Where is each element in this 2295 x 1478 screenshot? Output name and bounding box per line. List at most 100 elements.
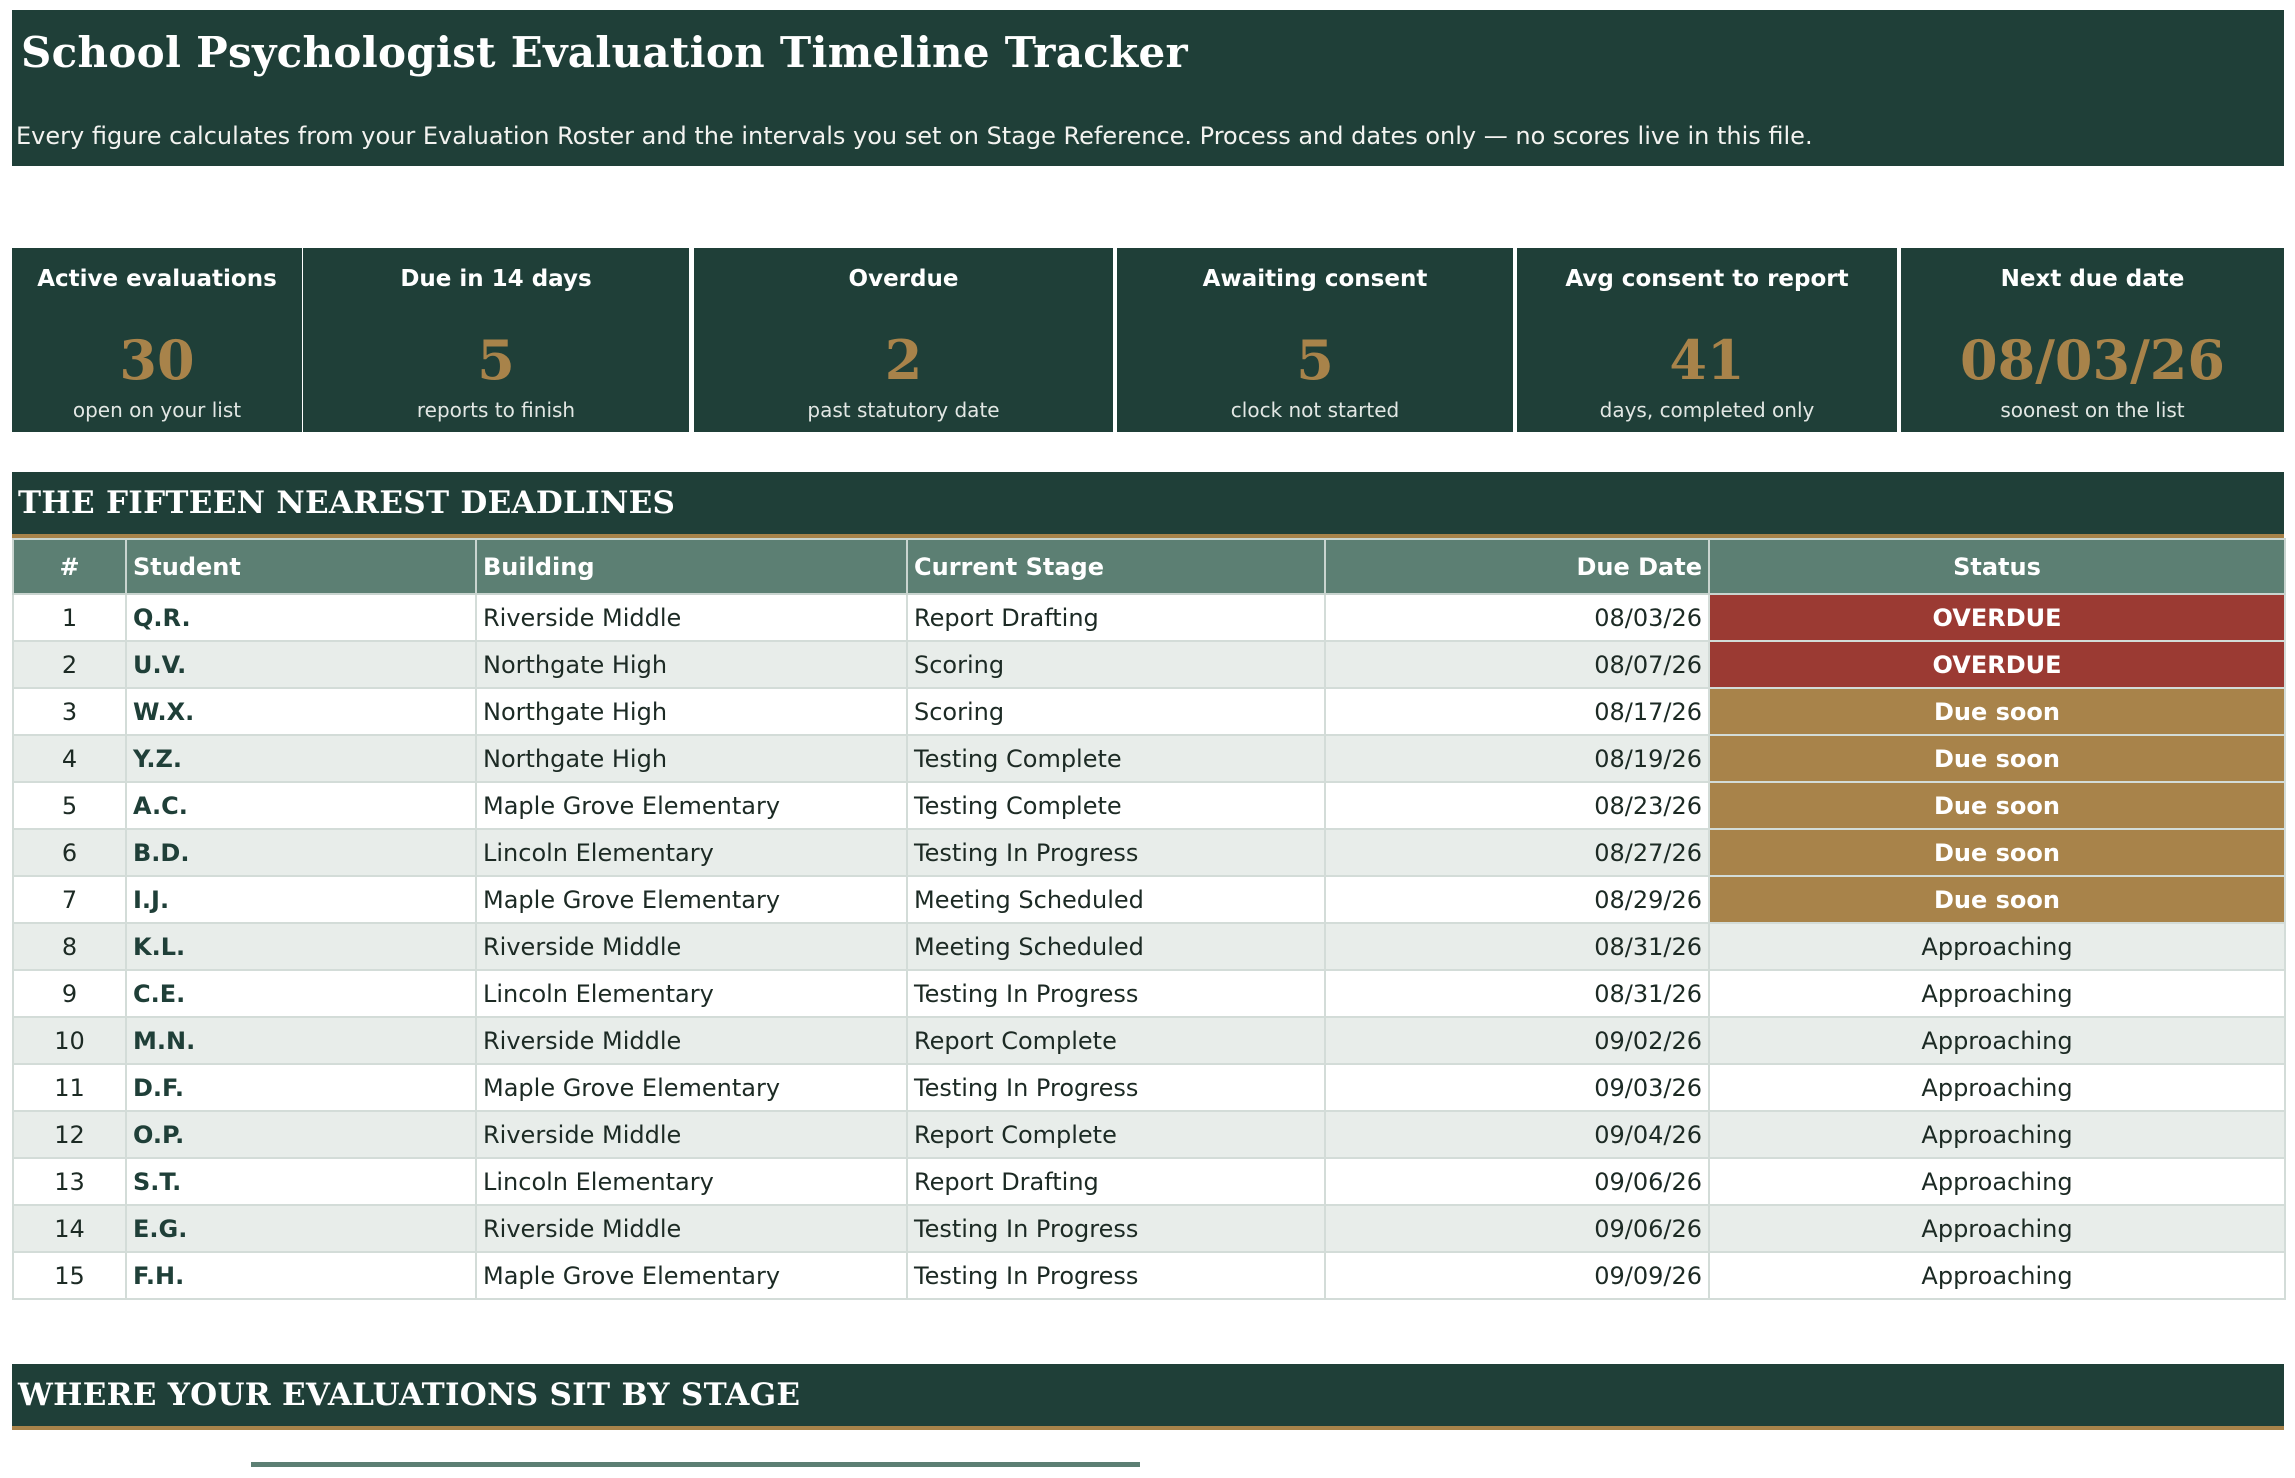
building-cell[interactable]: Riverside Middle xyxy=(475,593,908,642)
building-cell[interactable]: Northgate High xyxy=(475,640,908,689)
building-cell[interactable]: Northgate High xyxy=(475,734,908,783)
row-number-cell[interactable]: 5 xyxy=(12,781,127,830)
stage-cell[interactable]: Testing In Progress xyxy=(906,828,1326,877)
stage-cell[interactable]: Report Drafting xyxy=(906,593,1326,642)
table-row[interactable]: 8 K.L. Riverside Middle Meeting Scheduled 08… xyxy=(12,922,2286,971)
stage-cell[interactable]: Testing In Progress xyxy=(906,1204,1326,1253)
student-cell[interactable]: U.V. xyxy=(125,640,477,689)
student-cell[interactable]: K.L. xyxy=(125,922,477,971)
status-cell[interactable]: Approaching xyxy=(1708,1016,2286,1065)
building-cell[interactable]: Riverside Middle xyxy=(475,1110,908,1159)
student-cell[interactable]: W.X. xyxy=(125,687,477,736)
table-row[interactable]: 1 Q.R. Riverside Middle Report Drafting 08/0… xyxy=(12,593,2286,642)
stage-cell[interactable]: Report Drafting xyxy=(906,1157,1326,1206)
row-number-cell[interactable]: 1 xyxy=(12,593,127,642)
row-number-cell[interactable]: 12 xyxy=(12,1110,127,1159)
row-number-cell[interactable]: 15 xyxy=(12,1251,127,1300)
stage-cell[interactable]: Testing Complete xyxy=(906,734,1326,783)
building-cell[interactable]: Riverside Middle xyxy=(475,1016,908,1065)
stage-cell[interactable]: Testing In Progress xyxy=(906,969,1326,1018)
status-cell[interactable]: Approaching xyxy=(1708,1110,2286,1159)
table-row[interactable]: 3 W.X. Northgate High Scoring 08/17/26 Due so… xyxy=(12,687,2286,736)
building-cell[interactable]: Maple Grove Elementary xyxy=(475,1063,908,1112)
status-cell[interactable]: Due soon xyxy=(1708,875,2286,924)
due-date-cell[interactable]: 08/19/26 xyxy=(1324,734,1710,783)
stage-cell[interactable]: Testing In Progress xyxy=(906,1063,1326,1112)
row-number-cell[interactable]: 13 xyxy=(12,1157,127,1206)
status-cell[interactable]: Approaching xyxy=(1708,969,2286,1018)
due-date-cell[interactable]: 09/03/26 xyxy=(1324,1063,1710,1112)
building-cell[interactable]: Maple Grove Elementary xyxy=(475,1251,908,1300)
status-cell[interactable]: Approaching xyxy=(1708,1251,2286,1300)
row-number-cell[interactable]: 7 xyxy=(12,875,127,924)
due-date-cell[interactable]: 08/17/26 xyxy=(1324,687,1710,736)
row-number-cell[interactable]: 14 xyxy=(12,1204,127,1253)
building-cell[interactable]: Northgate High xyxy=(475,687,908,736)
stage-cell[interactable]: Testing Complete xyxy=(906,781,1326,830)
due-date-cell[interactable]: 08/03/26 xyxy=(1324,593,1710,642)
building-cell[interactable]: Lincoln Elementary xyxy=(475,828,908,877)
table-row[interactable]: 10 M.N. Riverside Middle Report Complete 09/… xyxy=(12,1016,2286,1065)
status-cell[interactable]: Approaching xyxy=(1708,1063,2286,1112)
building-cell[interactable]: Riverside Middle xyxy=(475,922,908,971)
stage-cell[interactable]: Scoring xyxy=(906,640,1326,689)
due-date-cell[interactable]: 08/31/26 xyxy=(1324,922,1710,971)
student-cell[interactable]: D.F. xyxy=(125,1063,477,1112)
stage-cell[interactable]: Report Complete xyxy=(906,1110,1326,1159)
due-date-cell[interactable]: 08/23/26 xyxy=(1324,781,1710,830)
column-header-status[interactable]: Status xyxy=(1708,538,2286,595)
due-date-cell[interactable]: 08/27/26 xyxy=(1324,828,1710,877)
table-row[interactable]: 15 F.H. Maple Grove Elementary Testing In P… xyxy=(12,1251,2286,1300)
row-number-cell[interactable]: 4 xyxy=(12,734,127,783)
table-row[interactable]: 11 D.F. Maple Grove Elementary Testing In P… xyxy=(12,1063,2286,1112)
due-date-cell[interactable]: 09/04/26 xyxy=(1324,1110,1710,1159)
row-number-cell[interactable]: 11 xyxy=(12,1063,127,1112)
student-cell[interactable]: E.G. xyxy=(125,1204,477,1253)
status-cell[interactable]: Due soon xyxy=(1708,734,2286,783)
building-cell[interactable]: Riverside Middle xyxy=(475,1204,908,1253)
row-number-cell[interactable]: 2 xyxy=(12,640,127,689)
table-row[interactable]: 13 S.T. Lincoln Elementary Report Drafting 0… xyxy=(12,1157,2286,1206)
table-row[interactable]: 2 U.V. Northgate High Scoring 08/07/26 OVERDU… xyxy=(12,640,2286,689)
status-cell[interactable]: Approaching xyxy=(1708,922,2286,971)
table-row[interactable]: 14 E.G. Riverside Middle Testing In Progres… xyxy=(12,1204,2286,1253)
stage-cell[interactable]: Report Complete xyxy=(906,1016,1326,1065)
row-number-cell[interactable]: 6 xyxy=(12,828,127,877)
table-row[interactable]: 5 A.C. Maple Grove Elementary Testing Compl… xyxy=(12,781,2286,830)
table-row[interactable]: 7 I.J. Maple Grove Elementary Meeting Sched… xyxy=(12,875,2286,924)
due-date-cell[interactable]: 08/07/26 xyxy=(1324,640,1710,689)
student-cell[interactable]: C.E. xyxy=(125,969,477,1018)
student-cell[interactable]: F.H. xyxy=(125,1251,477,1300)
table-row[interactable]: 12 O.P. Riverside Middle Report Complete 09/… xyxy=(12,1110,2286,1159)
stage-cell[interactable]: Testing In Progress xyxy=(906,1251,1326,1300)
status-cell[interactable]: OVERDUE xyxy=(1708,593,2286,642)
status-cell[interactable]: Due soon xyxy=(1708,781,2286,830)
due-date-cell[interactable]: 08/31/26 xyxy=(1324,969,1710,1018)
due-date-cell[interactable]: 09/06/26 xyxy=(1324,1157,1710,1206)
column-header-number[interactable]: # xyxy=(12,538,127,595)
column-header-building[interactable]: Building xyxy=(475,538,908,595)
column-header-stage[interactable]: Current Stage xyxy=(906,538,1326,595)
row-number-cell[interactable]: 3 xyxy=(12,687,127,736)
row-number-cell[interactable]: 10 xyxy=(12,1016,127,1065)
status-cell[interactable]: Approaching xyxy=(1708,1157,2286,1206)
student-cell[interactable]: S.T. xyxy=(125,1157,477,1206)
status-cell[interactable]: Due soon xyxy=(1708,687,2286,736)
status-cell[interactable]: Due soon xyxy=(1708,828,2286,877)
student-cell[interactable]: Q.R. xyxy=(125,593,477,642)
building-cell[interactable]: Lincoln Elementary xyxy=(475,969,908,1018)
column-header-due-date[interactable]: Due Date xyxy=(1324,538,1710,595)
stage-cell[interactable]: Meeting Scheduled xyxy=(906,875,1326,924)
due-date-cell[interactable]: 09/06/26 xyxy=(1324,1204,1710,1253)
student-cell[interactable]: Y.Z. xyxy=(125,734,477,783)
table-row[interactable]: 6 B.D. Lincoln Elementary Testing In Progre… xyxy=(12,828,2286,877)
table-row[interactable]: 4 Y.Z. Northgate High Testing Complete 08/19… xyxy=(12,734,2286,783)
building-cell[interactable]: Lincoln Elementary xyxy=(475,1157,908,1206)
stage-cell[interactable]: Meeting Scheduled xyxy=(906,922,1326,971)
column-header-student[interactable]: Student xyxy=(125,538,477,595)
due-date-cell[interactable]: 08/29/26 xyxy=(1324,875,1710,924)
building-cell[interactable]: Maple Grove Elementary xyxy=(475,875,908,924)
row-number-cell[interactable]: 8 xyxy=(12,922,127,971)
due-date-cell[interactable]: 09/02/26 xyxy=(1324,1016,1710,1065)
building-cell[interactable]: Maple Grove Elementary xyxy=(475,781,908,830)
